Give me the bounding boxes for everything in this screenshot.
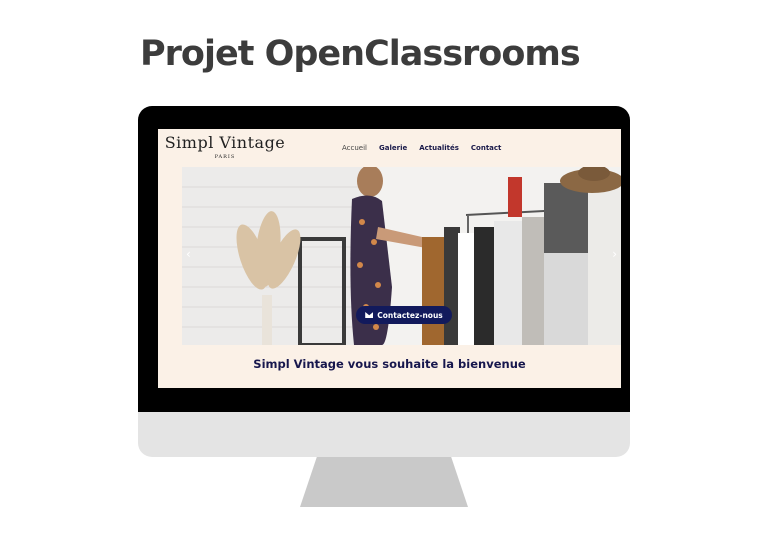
page-title: Projet OpenClassrooms [140,34,581,74]
nav-item-actualites[interactable]: Actualités [419,144,459,152]
hero-image: ‹ › Contactez-nous [182,167,621,345]
nav-item-contact[interactable]: Contact [471,144,502,152]
monitor-chin [138,412,630,457]
website-screen: Simpl Vintage PARIS Accueil Galerie Actu… [158,129,621,388]
monitor-stand [300,457,468,507]
carousel-prev-icon[interactable]: ‹ [186,247,191,261]
welcome-heading: Simpl Vintage vous souhaite la bienvenue [253,357,526,371]
nav-item-accueil[interactable]: Accueil [342,144,367,152]
carousel-next-icon[interactable]: › [612,247,617,261]
logo-subtitle: PARIS [214,154,236,160]
logo-name: Simpl Vintage [164,133,286,152]
site-logo[interactable]: Simpl Vintage PARIS [160,133,290,160]
contact-button-label: Contactez-nous [377,310,443,320]
envelope-icon [365,312,374,318]
contact-button[interactable]: Contactez-nous [356,306,452,324]
main-nav: Accueil Galerie Actualités Contact [342,144,501,152]
nav-item-galerie[interactable]: Galerie [379,144,407,152]
